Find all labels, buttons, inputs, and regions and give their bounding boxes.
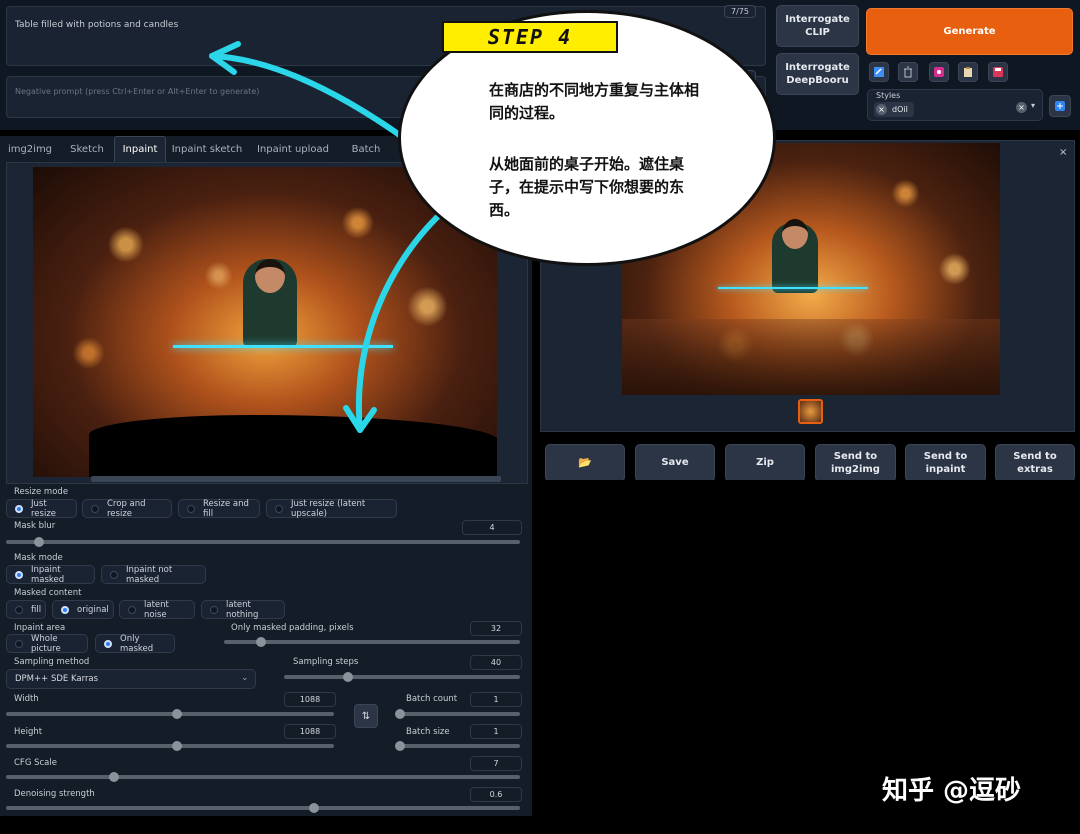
annotation-text-2: 从她面前的桌子开始。遮住桌子，在提示中写下你想要的东西。 <box>489 155 685 219</box>
annotation-text-1: 在商店的不同地方重复与主体相同的过程。 <box>489 81 700 122</box>
watermark: 知乎 @逗砂 <box>882 776 1022 806</box>
step-label: STEP 4 <box>442 21 618 53</box>
